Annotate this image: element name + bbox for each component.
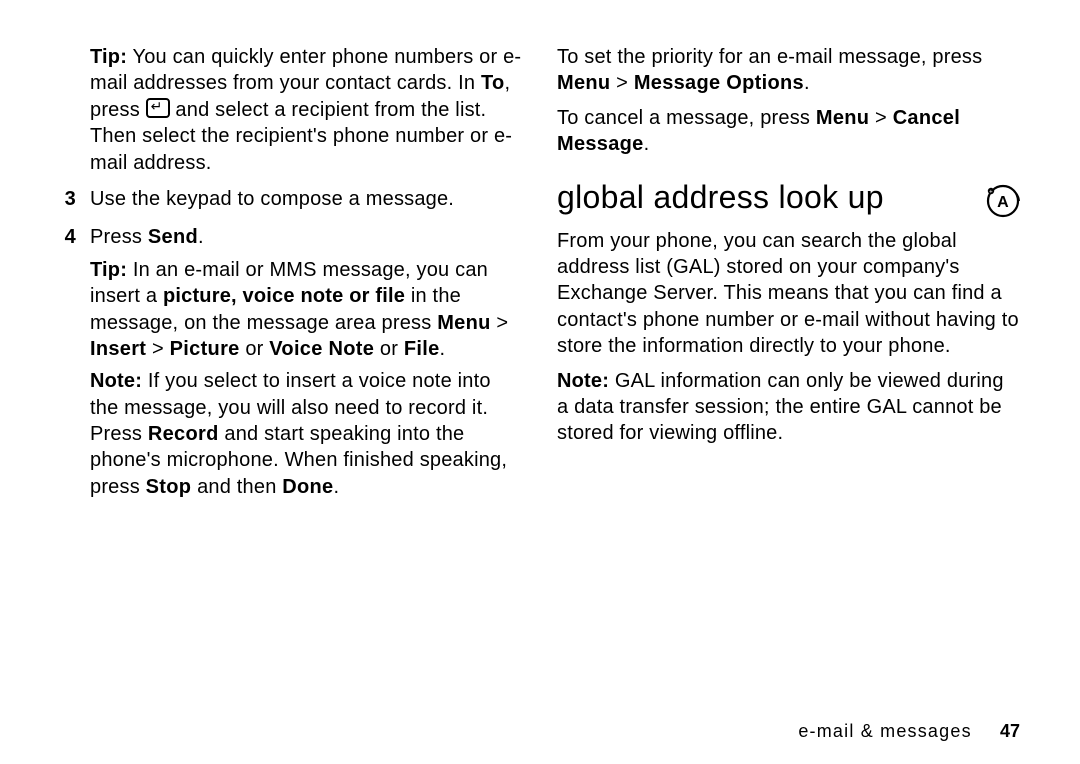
gal-description: From your phone, you can search the glob… <box>557 228 1020 360</box>
fragment: . <box>198 226 204 248</box>
fragment: Press <box>90 226 148 248</box>
fragment: > <box>610 72 633 94</box>
step-text: Use the keypad to compose a message. <box>90 186 523 212</box>
step-text: Press Send. <box>90 224 523 250</box>
left-column: Tip: You can quickly enter phone numbers… <box>60 44 523 512</box>
fragment: . <box>440 338 446 360</box>
step-body: Press Send. Tip: In an e-mail or MMS mes… <box>90 224 523 506</box>
tip-text: Tip: You can quickly enter phone numbers… <box>90 44 523 176</box>
feature-dial-icon: A + <box>986 184 1020 218</box>
fragment: and then <box>191 476 282 498</box>
svg-text:+: + <box>989 189 993 195</box>
fragment: > <box>869 107 892 129</box>
ui-label-done: Done <box>282 476 333 498</box>
fragment: > <box>146 338 169 360</box>
ui-label-menu: Menu <box>816 107 869 129</box>
note-text: Note: If you select to insert a voice no… <box>90 368 523 500</box>
ui-label-send: Send <box>148 226 198 248</box>
enter-key-icon <box>146 98 170 118</box>
step-4: 4 Press Send. Tip: In an e-mail or MMS m… <box>60 224 523 506</box>
right-column: To set the priority for an e-mail messag… <box>557 44 1020 512</box>
ui-label-menu: Menu <box>437 312 490 334</box>
svg-text:A: A <box>997 194 1009 211</box>
gal-note: Note: GAL information can only be viewed… <box>557 368 1020 447</box>
fragment: . <box>644 133 650 155</box>
priority-instruction: To set the priority for an e-mail messag… <box>557 44 1020 97</box>
step-number: 3 <box>60 186 76 218</box>
section-title: global address look up <box>557 180 884 216</box>
two-column-layout: Tip: You can quickly enter phone numbers… <box>60 44 1020 512</box>
ui-label-to: To <box>481 72 505 94</box>
footer-section-title: e-mail & messages <box>798 721 971 741</box>
ui-label-insert: Insert <box>90 338 146 360</box>
fragment: > <box>491 312 509 334</box>
tip-text: Tip: In an e-mail or MMS message, you ca… <box>90 257 523 363</box>
tip-label: Tip: <box>90 46 127 68</box>
bold-fragment: picture, voice note or file <box>163 285 405 307</box>
manual-page: Tip: You can quickly enter phone numbers… <box>0 0 1080 764</box>
fragment: To set the priority for an e-mail messag… <box>557 46 982 68</box>
cancel-instruction: To cancel a message, press Menu > Cancel… <box>557 105 1020 158</box>
fragment: . <box>804 72 810 94</box>
step-3: 3 Use the keypad to compose a message. <box>60 186 523 218</box>
note-label: Note: <box>557 370 609 392</box>
note-label: Note: <box>90 370 142 392</box>
ui-label-picture: Picture <box>170 338 240 360</box>
tip-fragment: You can quickly enter phone numbers or e… <box>90 46 521 94</box>
fragment: GAL information can only be viewed durin… <box>557 370 1004 445</box>
fragment: . <box>333 476 339 498</box>
ui-label-voice-note: Voice Note <box>269 338 374 360</box>
ui-label-stop: Stop <box>146 476 192 498</box>
section-header: global address look up A + <box>557 180 1020 218</box>
ui-label-menu: Menu <box>557 72 610 94</box>
tip-label: Tip: <box>90 259 127 281</box>
fragment: or <box>240 338 270 360</box>
step-body: Use the keypad to compose a message. <box>90 186 523 218</box>
fragment: To cancel a message, press <box>557 107 816 129</box>
tip-block-contact-cards: Tip: You can quickly enter phone numbers… <box>90 44 523 176</box>
ui-label-record: Record <box>148 423 219 445</box>
page-footer: e-mail & messages 47 <box>798 721 1020 742</box>
page-number: 47 <box>1000 721 1020 741</box>
step-number: 4 <box>60 224 76 506</box>
ui-label-message-options: Message Options <box>634 72 804 94</box>
fragment: or <box>374 338 404 360</box>
ui-label-file: File <box>404 338 440 360</box>
